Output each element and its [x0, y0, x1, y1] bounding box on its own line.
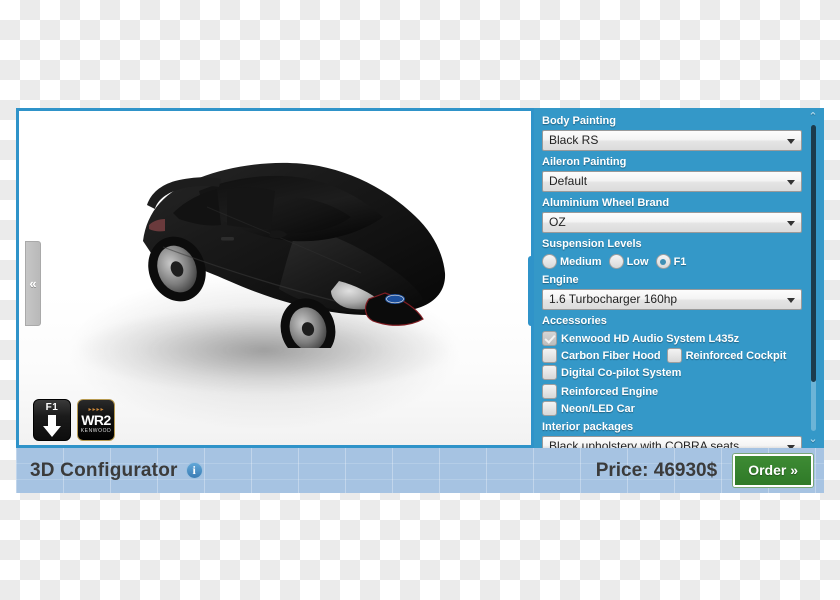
- aileron-painting-select[interactable]: Default: [542, 171, 802, 192]
- accessory-neon-led-label: Neon/LED Car: [561, 402, 635, 415]
- suspension-option-f1-label: F1: [673, 255, 687, 268]
- engine-select[interactable]: 1.6 Turbocharger 160hp: [542, 289, 802, 310]
- wheel-brand-select[interactable]: OZ: [542, 212, 802, 233]
- aileron-painting-value: Default: [549, 174, 588, 188]
- accessory-neon-led[interactable]: Neon/LED Car: [542, 401, 635, 416]
- checkbox-reinforced-cockpit-icon[interactable]: [666, 348, 682, 363]
- checkbox-reinforced-engine-icon[interactable]: [542, 384, 557, 399]
- body-painting-label: Body Painting: [542, 115, 616, 127]
- 3d-viewer[interactable]: «: [16, 108, 534, 448]
- accessories-label: Accessories: [542, 315, 607, 327]
- engine-label: Engine: [542, 274, 579, 286]
- accessory-kenwood-audio-label: Kenwood HD Audio System L435z: [561, 332, 740, 345]
- interior-packages-label: Interior packages: [542, 421, 634, 433]
- accessories-row-1: Kenwood HD Audio System L435z: [542, 331, 802, 346]
- car-render-image: [143, 162, 446, 348]
- group-body-painting: Body Painting Black RS: [542, 114, 802, 151]
- kenwood-badge-title: WR2: [81, 412, 111, 428]
- car-door-handle: [221, 237, 234, 241]
- radio-f1-icon[interactable]: [655, 254, 671, 269]
- accessory-reinforced-cockpit[interactable]: Reinforced Cockpit: [666, 348, 787, 363]
- configurator-app: « » F1 ▸▸▸▸ WR2 KENWOOD Body Painting Bl…: [16, 108, 824, 493]
- accessories-row-2: Carbon Fiber Hood Reinforced Cockpit: [542, 348, 802, 363]
- checkbox-digital-copilot-icon[interactable]: [542, 365, 557, 380]
- radio-medium-icon[interactable]: [542, 254, 557, 269]
- checkbox-carbon-fiber-hood-icon[interactable]: [542, 348, 557, 363]
- down-arrow-icon: [43, 415, 61, 437]
- accessory-reinforced-engine-label: Reinforced Engine: [561, 385, 659, 398]
- viewer-stage[interactable]: [19, 111, 531, 445]
- bottom-bar: 3D Configurator i Price: 46930$ Order »: [16, 448, 824, 493]
- suspension-option-low-label: Low: [626, 255, 649, 268]
- engine-value: 1.6 Turbocharger 160hp: [549, 292, 678, 306]
- f1-badge[interactable]: F1: [33, 399, 71, 441]
- interior-packages-value: Black upholstery with COBRA seats: [549, 439, 740, 448]
- group-accessories: Accessories Kenwood HD Audio System L435…: [542, 314, 802, 416]
- info-icon[interactable]: i: [185, 462, 203, 479]
- group-interior-packages: Interior packages Black upholstery with …: [542, 420, 802, 448]
- viewer-badges: F1 ▸ ▸ ▸ ▸ WR2 KENWOOD: [33, 399, 115, 441]
- suspension-option-medium[interactable]: Medium: [542, 254, 602, 269]
- accessory-carbon-fiber-hood[interactable]: Carbon Fiber Hood: [542, 348, 661, 363]
- radio-low-icon[interactable]: [608, 254, 624, 269]
- body-painting-value: Black RS: [549, 133, 599, 147]
- price-label: Price: 46930$: [595, 459, 718, 481]
- chevron-down-icon: [787, 138, 795, 144]
- accessory-reinforced-engine[interactable]: Reinforced Engine: [542, 384, 658, 399]
- group-engine: Engine 1.6 Turbocharger 160hp: [542, 273, 802, 310]
- group-wheel-brand: Aluminium Wheel Brand OZ: [542, 196, 802, 233]
- accessory-digital-copilot[interactable]: Digital Co-pilot System: [542, 365, 681, 380]
- suspension-option-low[interactable]: Low: [608, 254, 649, 269]
- accessory-kenwood-audio[interactable]: Kenwood HD Audio System L435z: [542, 331, 739, 346]
- suspension-label: Suspension Levels: [542, 238, 642, 250]
- checkbox-kenwood-audio-icon[interactable]: [542, 331, 557, 346]
- group-aileron-painting: Aileron Painting Default: [542, 155, 802, 192]
- chevron-down-icon: [787, 179, 795, 185]
- accessories-row-4: Neon/LED Car: [542, 401, 802, 416]
- group-suspension: Suspension Levels Medium Low F1: [542, 237, 802, 269]
- scrollbar-thumb[interactable]: [810, 125, 816, 383]
- scroll-up-icon[interactable]: ⌃: [808, 112, 817, 123]
- suspension-option-f1[interactable]: F1: [655, 254, 687, 269]
- checkbox-neon-led-icon[interactable]: [542, 401, 557, 416]
- panel-scrollbar[interactable]: ⌃ ⌄: [806, 112, 820, 445]
- car-front-side-window: [227, 187, 275, 229]
- wheel-brand-value: OZ: [549, 215, 566, 229]
- suspension-option-medium-label: Medium: [560, 255, 602, 268]
- options-panel: Body Painting Black RS Aileron Painting …: [534, 108, 824, 448]
- kenwood-badge[interactable]: ▸ ▸ ▸ ▸ WR2 KENWOOD: [77, 399, 115, 441]
- order-button[interactable]: Order »: [733, 454, 813, 487]
- kenwood-badge-subtitle: KENWOOD: [80, 428, 112, 434]
- accessory-carbon-fiber-hood-label: Carbon Fiber Hood: [561, 349, 661, 362]
- wheel-brand-label: Aluminium Wheel Brand: [542, 197, 670, 209]
- interior-packages-select[interactable]: Black upholstery with COBRA seats: [542, 436, 802, 448]
- f1-badge-label: F1: [45, 402, 59, 413]
- suspension-radio-group: Medium Low F1: [542, 253, 802, 269]
- viewer-collapse-left-handle[interactable]: «: [25, 241, 41, 326]
- scroll-down-icon[interactable]: ⌄: [808, 434, 817, 445]
- chevron-down-icon: [787, 220, 795, 226]
- accessory-reinforced-cockpit-label: Reinforced Cockpit: [685, 349, 787, 362]
- chevron-down-icon: [787, 297, 795, 303]
- scrollbar-track[interactable]: [810, 125, 816, 431]
- page-title: 3D Configurator: [30, 459, 178, 481]
- body-painting-select[interactable]: Black RS: [542, 130, 802, 151]
- aileron-painting-label: Aileron Painting: [542, 156, 627, 168]
- accessory-digital-copilot-label: Digital Co-pilot System: [561, 366, 682, 379]
- accessories-row-3: Digital Co-pilot System Reinforced Engin…: [542, 365, 802, 399]
